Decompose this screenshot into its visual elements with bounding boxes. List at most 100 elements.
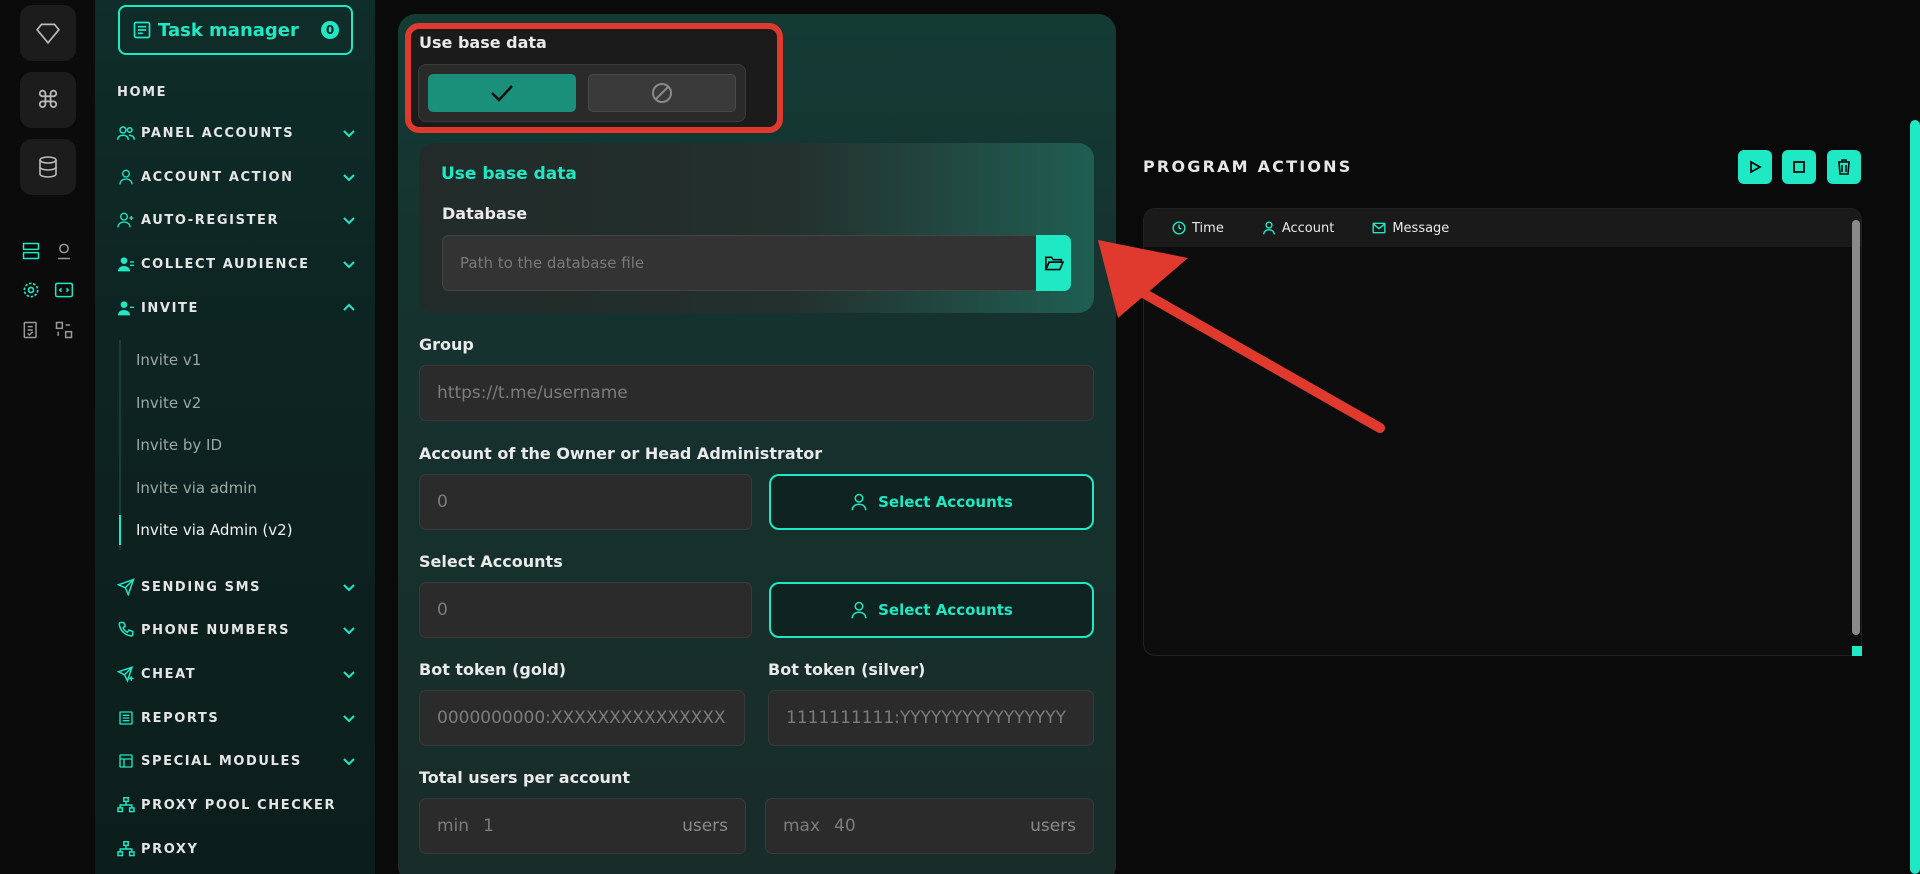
modules-icon [117, 752, 135, 770]
log-column-account: Account [1262, 220, 1335, 236]
log-column-label: Account [1281, 220, 1335, 236]
owner-account-label: Account of the Owner or Head Administrat… [419, 444, 823, 463]
sidebar-item-proxy-pool-checker[interactable]: PROXY POOL CHECKER [117, 793, 357, 817]
report-icon [117, 709, 135, 727]
sidebar-item-label: PROXY [141, 841, 199, 857]
icon-rail: ⌘ [0, 0, 95, 874]
select-owner-accounts-button[interactable]: Select Accounts [769, 474, 1094, 530]
database-label: Database [442, 204, 528, 223]
group-placeholder: https://t.me/username [437, 383, 628, 403]
sidebar-item-label: HOME [117, 84, 168, 100]
mail-icon [1372, 222, 1386, 234]
bot-token-silver-placeholder: 1111111111:YYYYYYYYYYYYYYYY [786, 708, 1067, 728]
sidebar-subitem-invite-via-admin[interactable]: Invite via admin [136, 479, 257, 497]
sidebar-item-label: SPECIAL MODULES [141, 753, 302, 769]
diamond-icon [36, 23, 60, 45]
select-accounts-input[interactable]: 0 [419, 582, 752, 638]
user-pin-icon[interactable] [52, 239, 76, 263]
sidebar-item-label: PROXY POOL CHECKER [141, 797, 337, 813]
sidebar-item-panel-accounts[interactable]: PANEL ACCOUNTS [117, 121, 357, 145]
min-users-input[interactable]: min 1 users [419, 798, 746, 854]
sidebar-subitem-invite-by-id[interactable]: Invite by ID [136, 436, 222, 454]
log-column-label: Message [1392, 220, 1450, 236]
task-manager-button[interactable]: Task manager 0 [118, 5, 353, 55]
max-users-input[interactable]: max 40 users [765, 798, 1094, 854]
sidebar-item-account-action[interactable]: ACCOUNT ACTION [117, 165, 357, 189]
select-accounts-button[interactable]: Select Accounts [769, 582, 1094, 638]
command-icon-button[interactable]: ⌘ [20, 72, 76, 128]
database-icon [39, 156, 57, 178]
sidebar-item-invite[interactable]: INVITE [117, 296, 357, 320]
task-manager-icon [133, 21, 151, 39]
chevron-down-icon [343, 261, 355, 269]
sidebar-item-collect-audience[interactable]: COLLECT AUDIENCE [117, 252, 357, 276]
log-column-message: Message [1372, 221, 1449, 236]
command-icon: ⌘ [36, 86, 60, 114]
sidebar-item-label: AUTO-REGISTER [141, 212, 280, 228]
program-actions-log[interactable]: Time Account Message [1143, 208, 1862, 656]
select-accounts-button-label: Select Accounts [878, 601, 1013, 619]
min-users-value: 1 [483, 816, 494, 836]
total-users-label: Total users per account [419, 768, 630, 787]
browse-folder-button[interactable] [1036, 235, 1071, 291]
database-card-title: Use base data [441, 164, 577, 184]
send-icon [117, 578, 135, 596]
database-icon-button[interactable] [20, 139, 76, 195]
toggle-no-button[interactable] [588, 74, 736, 112]
use-base-data-label: Use base data [419, 33, 547, 52]
bot-token-silver-input[interactable]: 1111111111:YYYYYYYYYYYYYYYY [768, 690, 1094, 746]
switch-icon[interactable] [52, 318, 76, 342]
sidebar-item-proxy[interactable]: PROXY [117, 837, 357, 861]
users-icon [117, 124, 135, 142]
trash-icon [1838, 159, 1850, 175]
database-path-placeholder: Path to the database file [460, 254, 645, 272]
network-icon [117, 840, 135, 858]
code-window-icon[interactable] [52, 278, 76, 302]
database-path-input[interactable]: Path to the database file [442, 235, 1037, 291]
owner-account-value: 0 [437, 492, 448, 512]
chevron-up-icon [343, 303, 355, 311]
chevron-down-icon [343, 758, 355, 766]
telegram-plus-icon [117, 665, 135, 683]
sidebar-item-auto-register[interactable]: AUTO-REGISTER [117, 208, 357, 232]
stop-icon [1793, 161, 1805, 173]
page-scrollbar[interactable] [1910, 120, 1920, 874]
sidebar-subitem-invite-via-admin-v2[interactable]: Invite via Admin (v2) [136, 521, 293, 539]
sidebar-item-reports[interactable]: REPORTS [117, 706, 357, 730]
sidebar-subitem-invite-v1[interactable]: Invite v1 [136, 351, 201, 369]
active-submenu-indicator [119, 515, 121, 545]
checklist-icon[interactable] [19, 318, 43, 342]
log-column-label: Time [1192, 220, 1224, 236]
bot-token-gold-label: Bot token (gold) [419, 660, 567, 679]
log-scrollbar[interactable] [1852, 220, 1860, 635]
sidebar-item-label: ACCOUNT ACTION [141, 169, 294, 185]
sidebar-item-sending-sms[interactable]: SENDING SMS [117, 575, 357, 599]
user-group-icon [117, 255, 135, 273]
sidebar-item-special-modules[interactable]: SPECIAL MODULES [117, 749, 357, 773]
server-icon[interactable] [19, 239, 43, 263]
play-button[interactable] [1738, 150, 1772, 184]
chevron-down-icon [343, 715, 355, 723]
sidebar-item-phone-numbers[interactable]: PHONE NUMBERS [117, 618, 357, 642]
max-users-value: 40 [834, 816, 856, 836]
chevron-down-icon [343, 174, 355, 182]
user-icon [117, 168, 135, 186]
toggle-yes-button[interactable] [428, 74, 576, 112]
sidebar-item-label: PHONE NUMBERS [141, 622, 291, 638]
diamond-icon-button[interactable] [20, 5, 76, 61]
owner-account-input[interactable]: 0 [419, 474, 752, 530]
min-users-unit: users [682, 816, 728, 836]
bot-token-gold-input[interactable]: 0000000000:XXXXXXXXXXXXXXX [419, 690, 745, 746]
sidebar-item-home[interactable]: HOME [117, 80, 357, 104]
gear-icon[interactable] [19, 278, 43, 302]
stop-button[interactable] [1782, 150, 1816, 184]
sidebar-subitem-invite-v2[interactable]: Invite v2 [136, 394, 201, 412]
user-plus-icon [117, 211, 135, 229]
ban-icon [652, 83, 672, 103]
clear-log-button[interactable] [1827, 150, 1861, 184]
max-users-unit: users [1030, 816, 1076, 836]
log-resize-handle[interactable] [1852, 646, 1862, 656]
select-accounts-value: 0 [437, 600, 448, 620]
sidebar-item-cheat[interactable]: CHEAT [117, 662, 357, 686]
group-input[interactable]: https://t.me/username [419, 365, 1094, 421]
